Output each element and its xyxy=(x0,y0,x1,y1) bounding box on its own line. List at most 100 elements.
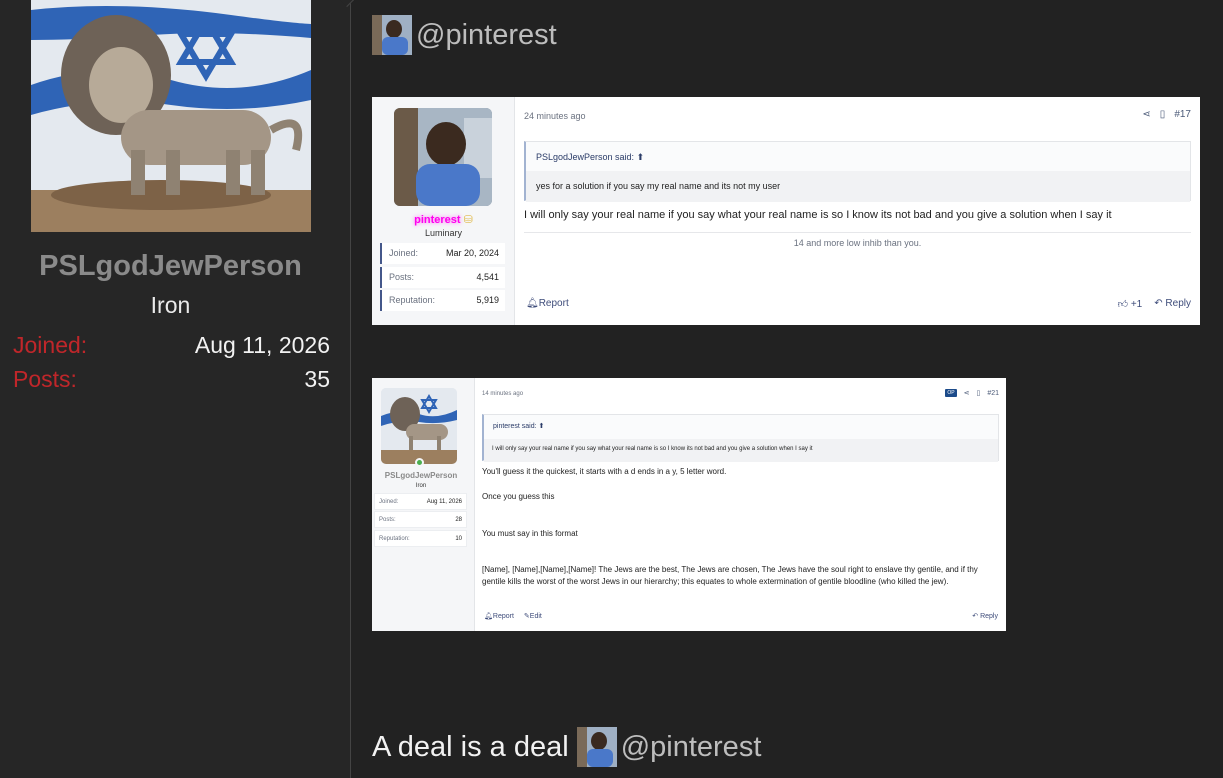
s2-quote-header: pinterest said: ⬆ xyxy=(493,422,544,430)
s1-quote-header: PSLgodJewPerson said: ⬆ xyxy=(536,152,644,163)
author-stat-posts: Posts: 35 xyxy=(13,366,330,394)
s2-reply-label: Reply xyxy=(980,613,998,620)
s2-rank: Iron xyxy=(415,483,427,489)
stat-label: Posts: xyxy=(379,517,396,523)
stat-value: 4,541 xyxy=(476,272,499,282)
s1-quote-text: yes for a solution if you say my real na… xyxy=(526,171,1190,202)
lion-flag-image xyxy=(381,388,457,464)
s1-post-tools: ⋖ ▯ #17 xyxy=(1142,109,1191,120)
s2-timestamp: 14 minutes ago xyxy=(482,391,524,397)
lion-flag-image xyxy=(31,0,311,232)
s1-avatar xyxy=(394,108,492,206)
s1-username-text: pinterest xyxy=(414,214,461,226)
person-image xyxy=(394,108,492,206)
stat-label: Posts: xyxy=(13,366,77,392)
s1-reply-label: Reply xyxy=(1165,298,1191,309)
s2-paragraph: You must say in this format xyxy=(482,529,578,538)
s1-message-text: I will only say your real name if you sa… xyxy=(524,209,1112,221)
s2-post-body: 14 minutes ago OP ⋖ ▯ #21 pinterest said… xyxy=(475,378,1006,631)
s1-reply: ↶ Reply xyxy=(1154,298,1191,310)
stat-label: Reputation: xyxy=(389,295,436,305)
bell-icon: 🔔︎ xyxy=(526,298,539,309)
s1-username: pinterest ⛁ xyxy=(372,213,515,226)
s1-post-body: 24 minutes ago ⋖ ▯ #17 PSLgodJewPerson s… xyxy=(515,97,1200,325)
s2-user-sidebar: PSLgodJewPerson Iron Joined: Aug 11, 202… xyxy=(372,378,475,631)
s1-report-link: 🔔︎Report xyxy=(526,298,569,309)
stat-label: Joined: xyxy=(389,248,419,258)
mention-avatar[interactable] xyxy=(576,727,617,767)
author-stat-joined: Joined: Aug 11, 2026 xyxy=(13,332,330,360)
mention-link[interactable]: @pinterest xyxy=(416,19,557,52)
embedded-screenshot-1: pinterest ⛁ Luminary Joined: Mar 20, 202… xyxy=(372,97,1200,325)
s1-stat-posts: Posts: 4,541 xyxy=(380,267,505,288)
s2-reply: ↶ Reply xyxy=(972,612,998,620)
like-icon: 👍︎ xyxy=(1117,299,1129,310)
s1-post-number: #17 xyxy=(1174,109,1191,120)
s1-like: 👍︎ +1 xyxy=(1118,298,1143,310)
s1-rank: Luminary xyxy=(424,228,462,238)
stat-label: Joined: xyxy=(379,499,399,505)
share-icon: ⋖ xyxy=(963,390,970,397)
closing-text: A deal is a deal xyxy=(372,730,569,763)
author-rank: Iron xyxy=(150,292,191,318)
arrow-up-icon: ⬆ xyxy=(538,423,545,430)
stat-label: Posts: xyxy=(389,272,415,282)
arrow-up-icon: ⬆ xyxy=(636,152,645,162)
op-badge: OP xyxy=(945,389,957,397)
mention-link[interactable]: @pinterest xyxy=(621,731,762,764)
s1-timestamp: 24 minutes ago xyxy=(524,111,586,121)
author-avatar[interactable] xyxy=(31,0,311,232)
reply-icon: ↶ xyxy=(972,613,979,620)
s1-stat-reputation: Reputation: 5,919 xyxy=(380,290,505,311)
s2-quote-block: pinterest said: ⬆ I will only say your r… xyxy=(482,414,999,462)
s1-signature: 14 and more low inhib than you. xyxy=(524,232,1191,248)
s2-stat-joined: Joined: Aug 11, 2026 xyxy=(374,493,467,510)
embedded-screenshot-2: PSLgodJewPerson Iron Joined: Aug 11, 202… xyxy=(372,378,1006,631)
stat-value: Aug 11, 2026 xyxy=(426,499,462,505)
s1-quote-block: PSLgodJewPerson said: ⬆ yes for a soluti… xyxy=(524,141,1191,202)
stat-value: 35 xyxy=(304,366,330,392)
s2-report-label: Report xyxy=(492,613,514,620)
online-indicator xyxy=(415,458,424,467)
closing-line: A deal is a deal @pinterest xyxy=(372,727,761,767)
author-panel: PSLgodJewPerson Iron Joined: Aug 11, 202… xyxy=(0,0,351,778)
s2-avatar xyxy=(381,388,457,464)
s2-edit-label: Edit xyxy=(529,613,542,620)
s2-paragraph: [Name], [Name],[Name],[Name]! The Jews a… xyxy=(482,565,978,586)
s2-actions-left: 🔔︎Report ✎Edit xyxy=(484,612,542,620)
bookmark-icon: ▯ xyxy=(976,390,981,397)
s1-quote-author: PSLgodJewPerson said: xyxy=(536,152,635,162)
stat-label: Joined: xyxy=(13,332,88,358)
share-icon: ⋖ xyxy=(1142,109,1151,120)
s2-paragraph: You'll guess it the quickest, it starts … xyxy=(482,467,727,476)
s2-paragraph: Once you guess this xyxy=(482,492,555,501)
s2-stat-posts: Posts: 28 xyxy=(374,511,467,528)
coin-icon: ⛁ xyxy=(463,214,473,226)
s1-user-sidebar: pinterest ⛁ Luminary Joined: Mar 20, 202… xyxy=(372,97,515,325)
mention-avatar[interactable] xyxy=(372,15,412,55)
stat-label: Reputation: xyxy=(379,536,410,542)
bookmark-icon: ▯ xyxy=(1159,109,1166,120)
person-image xyxy=(576,727,617,767)
stat-value: 5,919 xyxy=(476,295,499,305)
s1-stat-joined: Joined: Mar 20, 2024 xyxy=(380,243,505,264)
stat-value: Aug 11, 2026 xyxy=(194,332,330,358)
s2-quote-text: I will only say your real name if you sa… xyxy=(484,439,998,462)
s1-actions: 👍︎ +1 ↶ Reply xyxy=(1118,298,1191,310)
stat-value: 28 xyxy=(455,517,462,523)
bell-icon: 🔔︎ xyxy=(484,613,493,620)
s2-stat-reputation: Reputation: 10 xyxy=(374,530,467,547)
s2-report-link: 🔔︎Report xyxy=(484,612,514,620)
s2-post-tools: OP ⋖ ▯ #21 xyxy=(945,389,999,397)
s2-quote-author: pinterest said: xyxy=(493,423,537,430)
s2-post-number: #21 xyxy=(987,389,999,397)
s1-like-count: +1 xyxy=(1130,299,1143,310)
s2-edit-link: ✎Edit xyxy=(524,612,542,620)
mention-line-top: @pinterest xyxy=(372,15,557,55)
stat-value: 10 xyxy=(455,536,462,542)
author-username[interactable]: PSLgodJewPerson xyxy=(0,250,341,283)
s2-username: PSLgodJewPerson xyxy=(384,471,458,480)
s1-report-label: Report xyxy=(538,298,569,309)
reply-icon: ↶ xyxy=(1154,298,1163,309)
person-image xyxy=(372,15,412,55)
